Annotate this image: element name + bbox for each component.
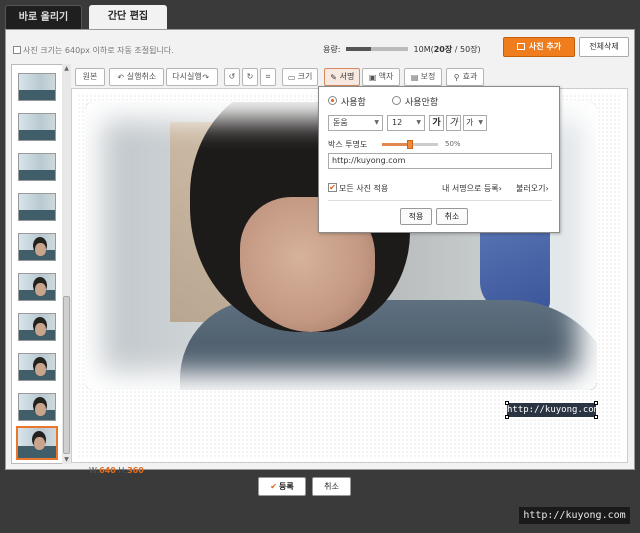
no-use-label: 사용안함: [405, 98, 439, 108]
rotate-left-button[interactable]: ↺: [224, 68, 240, 86]
original-button[interactable]: 원본: [75, 68, 105, 86]
apply-all-label: 모든 사진 적용: [339, 184, 389, 193]
photo-thumbnail[interactable]: [18, 353, 56, 381]
load-signature-link[interactable]: 불러오기›: [516, 183, 549, 194]
chevron-down-icon: ▼: [416, 119, 421, 126]
photo-thumbnail-selected[interactable]: [16, 426, 58, 460]
capacity-indicator: 용량: 10M(20장 / 50장): [323, 45, 481, 54]
chevron-down-icon: ▼: [478, 119, 483, 126]
correct-button[interactable]: ▤ 보정: [404, 68, 442, 86]
photo-thumbnail[interactable]: [18, 113, 56, 141]
resize-handle[interactable]: [594, 415, 598, 419]
redo-button[interactable]: 다시실행↷: [166, 68, 218, 86]
rotate-right-button[interactable]: ↻: [242, 68, 258, 86]
delete-all-button[interactable]: 전체삭제: [579, 37, 629, 57]
top-bar: 사진 크기는 640px 이하로 자동 조절됩니다. 용량: 10M(20장 /…: [6, 30, 634, 64]
undo-button[interactable]: ↶ 실행취소: [109, 68, 164, 86]
site-watermark: http://kuyong.com: [519, 507, 630, 524]
crop-button[interactable]: ⌗: [260, 68, 276, 86]
image-dimensions: W:640 H:360: [89, 466, 144, 475]
crop-icon: ⌗: [265, 72, 271, 81]
add-photo-button[interactable]: 사진 추가: [503, 37, 575, 57]
resize-icon: ▭: [287, 73, 296, 82]
tab-upload[interactable]: 바로 올리기: [5, 5, 82, 29]
signature-panel: 사용함 사용안함 돋움 ▼ 12 ▼ 가 가 가 ▼ 박스 투명도 50% http:…: [318, 86, 560, 233]
apply-button[interactable]: 적용: [400, 208, 432, 225]
italic-button[interactable]: 가: [446, 115, 461, 131]
rotate-left-icon: ↺: [228, 72, 236, 81]
scroll-thumb[interactable]: [63, 296, 70, 454]
font-select[interactable]: 돋움 ▼: [328, 115, 383, 131]
signature-watermark[interactable]: http://kuyong.com: [507, 403, 599, 417]
correct-icon: ▤: [410, 73, 419, 82]
capacity-bar-fill: [345, 47, 371, 51]
opacity-slider[interactable]: [382, 140, 438, 149]
redo-icon: ↷: [202, 73, 210, 82]
photo-icon: [516, 43, 525, 50]
resize-button[interactable]: ▭ 크기: [282, 68, 318, 86]
bold-button[interactable]: 가: [429, 115, 444, 131]
photo-thumbnail[interactable]: [18, 153, 56, 181]
scroll-up-icon[interactable]: ▲: [62, 64, 71, 73]
register-signature-link[interactable]: 내 서명으로 등록›: [442, 183, 502, 194]
photo-thumbnail[interactable]: [18, 273, 56, 301]
undo-icon: ↶: [117, 73, 125, 82]
note-icon: [13, 46, 21, 54]
signature-button[interactable]: ✎ 서명: [324, 68, 360, 86]
no-use-radio[interactable]: [392, 96, 401, 105]
photo-thumbnail[interactable]: [18, 193, 56, 221]
apply-all-checkbox[interactable]: ✔: [328, 183, 337, 192]
effect-button[interactable]: ⚲ 효과: [446, 68, 484, 86]
tab-edit[interactable]: 간단 편집: [89, 5, 167, 30]
font-size-select[interactable]: 12 ▼: [387, 115, 425, 131]
cancel-button[interactable]: 취소: [312, 477, 351, 496]
photo-thumbnail[interactable]: [18, 313, 56, 341]
pen-icon: ✎: [330, 73, 337, 82]
resize-handle[interactable]: [505, 415, 509, 419]
effect-icon: ⚲: [453, 73, 460, 82]
use-radio[interactable]: [328, 96, 337, 105]
popup-cancel-button[interactable]: 취소: [436, 208, 468, 225]
opacity-value: 50%: [445, 140, 461, 148]
signature-text-input[interactable]: http://kuyong.com: [328, 153, 552, 169]
scroll-down-icon[interactable]: ▼: [62, 455, 71, 464]
frame-icon: ▣: [368, 73, 377, 82]
use-label: 사용함: [341, 98, 366, 108]
rotate-right-icon: ↻: [246, 72, 254, 81]
resize-handle[interactable]: [594, 401, 598, 405]
submit-button[interactable]: ✔ 등록: [258, 477, 306, 496]
thumbnail-list: [11, 64, 63, 464]
check-icon: ✔: [270, 482, 277, 491]
photo-thumbnail[interactable]: [18, 73, 56, 101]
font-color-select[interactable]: 가 ▼: [463, 115, 487, 131]
opacity-slider-knob[interactable]: [407, 140, 413, 149]
capacity-bar: [345, 47, 408, 51]
frame-button[interactable]: ▣ 액자: [362, 68, 400, 86]
photo-thumbnail[interactable]: [18, 233, 56, 261]
resize-note: 사진 크기는 640px 이하로 자동 조절됩니다.: [13, 45, 174, 56]
resize-handle[interactable]: [505, 401, 509, 405]
thumbnail-scrollbar[interactable]: ▲ ▼: [62, 64, 71, 464]
photo-thumbnail[interactable]: [18, 393, 56, 421]
opacity-label: 박스 투명도: [328, 140, 368, 149]
chevron-down-icon: ▼: [374, 119, 379, 126]
